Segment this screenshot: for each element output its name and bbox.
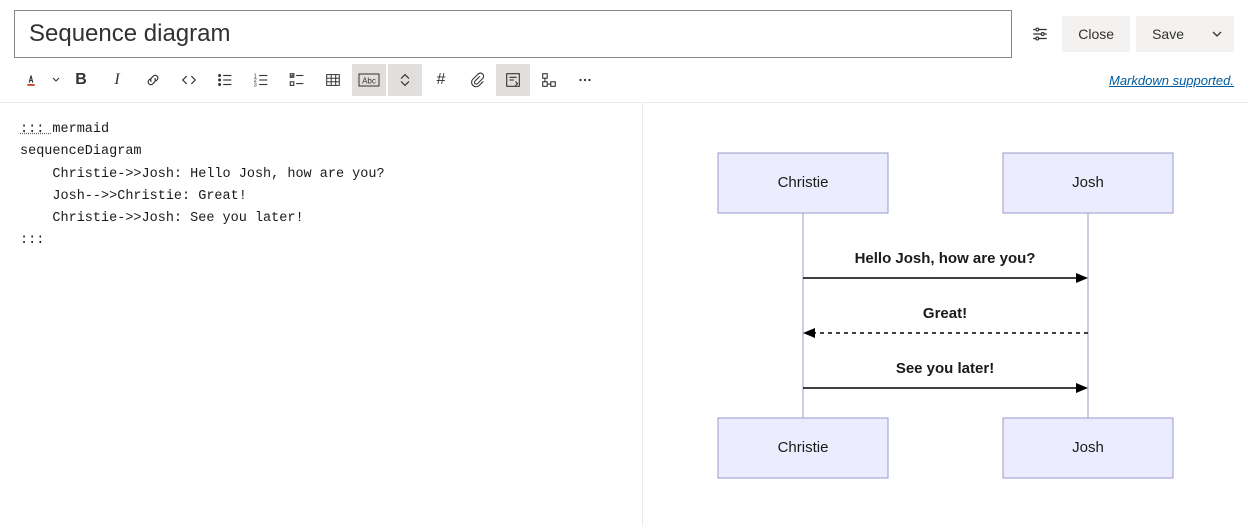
code-line: sequenceDiagram (20, 144, 142, 159)
message-label: See you later! (896, 360, 994, 377)
markdown-supported-link[interactable]: Markdown supported. (1109, 73, 1234, 88)
checklist-button[interactable] (280, 64, 314, 96)
font-color-dropdown[interactable] (50, 64, 62, 96)
svg-text:3: 3 (254, 82, 257, 88)
link-button[interactable] (136, 64, 170, 96)
diagram-preview: Christie Josh Hello Josh, how are you? G… (643, 103, 1248, 526)
attachment-button[interactable] (460, 64, 494, 96)
participant-label: Josh (1072, 174, 1104, 191)
chevron-down-icon (1211, 28, 1223, 40)
svg-text:Abc: Abc (362, 77, 376, 86)
participant-label: Josh (1072, 439, 1104, 456)
abc-highlight-button[interactable]: Abc (352, 64, 386, 96)
hash-button[interactable]: # (424, 64, 458, 96)
close-button[interactable]: Close (1062, 16, 1130, 52)
collapse-button[interactable] (388, 64, 422, 96)
message-label: Hello Josh, how are you? (855, 250, 1036, 267)
markdown-editor[interactable]: ::: mermaid sequenceDiagram Christie->>J… (0, 103, 643, 526)
code-fence-close: ::: (20, 233, 44, 248)
arrowhead-icon (1076, 273, 1088, 283)
participant-label: Christie (778, 439, 829, 456)
format-toolbar: B I 123 Abc (14, 64, 602, 96)
code-line: Christie->>Josh: See you later! (20, 211, 304, 226)
more-button[interactable] (568, 64, 602, 96)
settings-icon[interactable] (1024, 18, 1056, 50)
arrowhead-icon (803, 328, 815, 338)
font-color-button[interactable] (14, 64, 48, 96)
code-line: Josh-->>Christie: Great! (20, 189, 247, 204)
save-button[interactable]: Save (1136, 16, 1200, 52)
title-input[interactable] (27, 19, 999, 49)
title-field-wrap (14, 10, 1012, 58)
bulleted-list-button[interactable] (208, 64, 242, 96)
code-fence-open: ::: (20, 122, 52, 137)
code-lang: mermaid (52, 122, 109, 137)
table-button[interactable] (316, 64, 350, 96)
mermaid-block-button[interactable] (496, 64, 530, 96)
message-label: Great! (923, 305, 967, 322)
italic-button[interactable]: I (100, 64, 134, 96)
save-dropdown-button[interactable] (1200, 16, 1234, 52)
numbered-list-button[interactable]: 123 (244, 64, 278, 96)
participant-label: Christie (778, 174, 829, 191)
bold-button[interactable]: B (64, 64, 98, 96)
workitem-button[interactable] (532, 64, 566, 96)
code-line: Christie->>Josh: Hello Josh, how are you… (20, 167, 385, 182)
arrowhead-icon (1076, 383, 1088, 393)
code-button[interactable] (172, 64, 206, 96)
